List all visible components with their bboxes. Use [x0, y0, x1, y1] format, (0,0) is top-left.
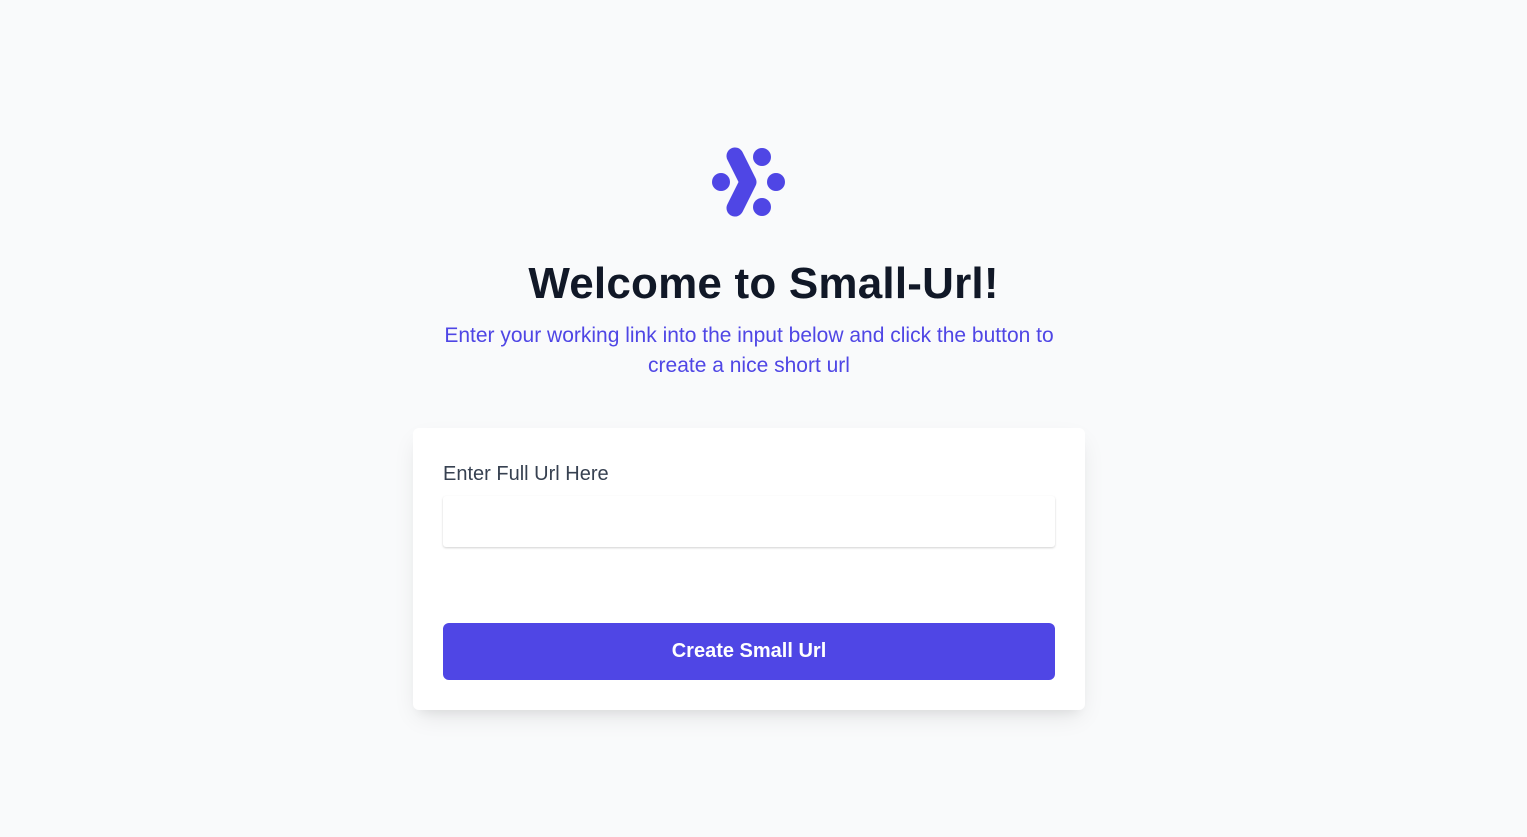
page: Welcome to Small-Url! Enter your working…: [0, 0, 1527, 837]
full-url-label: Enter Full Url Here: [443, 463, 609, 485]
page-subtitle: Enter your working link into the input b…: [444, 324, 1054, 377]
share-nodes-logo-icon: [712, 147, 785, 217]
shorten-url-card: Enter Full Url Here Create Small Url: [413, 428, 1085, 710]
create-small-url-button[interactable]: Create Small Url: [443, 623, 1055, 680]
page-title: Welcome to Small-Url!: [528, 259, 999, 308]
full-url-input[interactable]: [443, 496, 1055, 547]
